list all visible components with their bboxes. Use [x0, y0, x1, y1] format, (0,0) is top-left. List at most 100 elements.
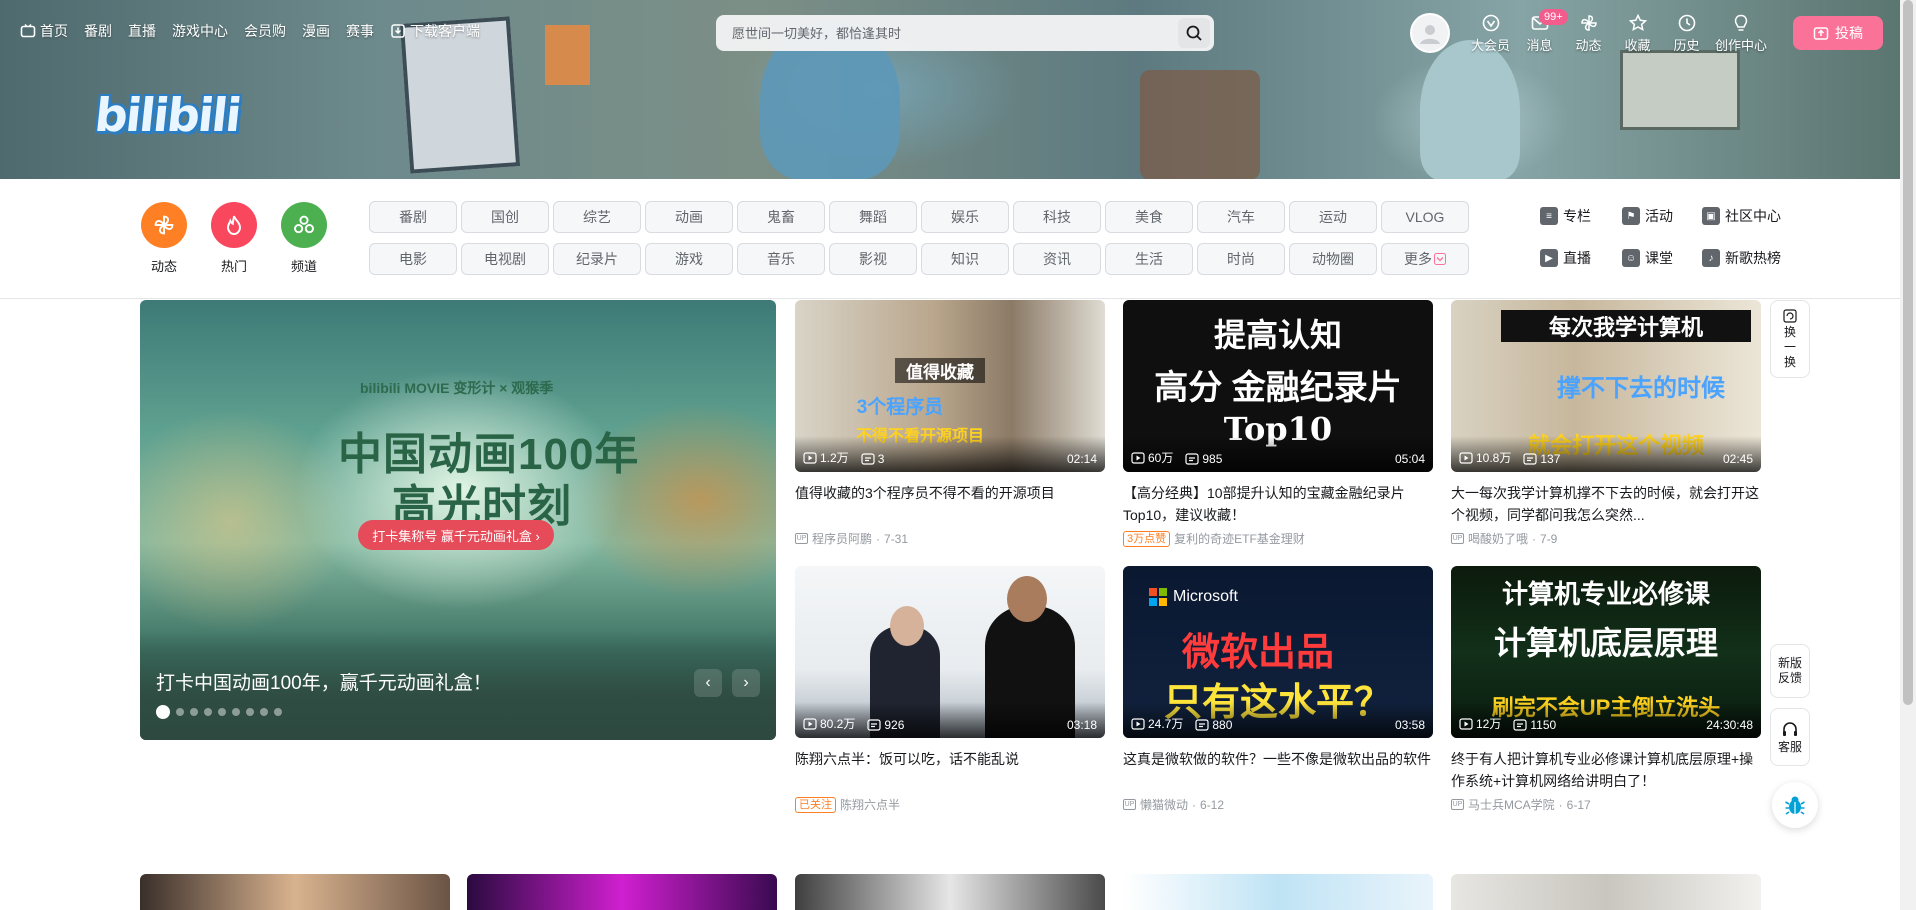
up-name[interactable]: 懒猫微动: [1140, 796, 1188, 813]
customer-service-button[interactable]: 客服: [1770, 708, 1810, 766]
banner-carousel[interactable]: bilibili MOVIE 变形计 × 观猴季 中国动画100年 高光时刻 打…: [140, 300, 776, 740]
channel-hot[interactable]: 热门: [210, 202, 258, 275]
refresh-button[interactable]: 换一换: [1770, 300, 1810, 378]
tag-item[interactable]: 电影: [369, 243, 457, 275]
video-thumbnail[interactable]: 计算机专业必修课 计算机底层原理 刷完不会UP主倒立洗头 12万 1150 24…: [1451, 566, 1761, 738]
tag-item[interactable]: 汽车: [1197, 201, 1285, 233]
video-title[interactable]: 【高分经典】10部提升认知的宝藏金融纪录片Top10，建议收藏！: [1123, 482, 1433, 526]
video-card[interactable]: 计算机专业必修课 计算机底层原理 刷完不会UP主倒立洗头 12万 1150 24…: [1451, 566, 1761, 813]
up-name[interactable]: 喝酸奶了哦: [1468, 530, 1528, 547]
video-thumbnail[interactable]: 提高认知 高分 金融纪录片 Top10 60万 985 05:04: [1123, 300, 1433, 472]
tag-item[interactable]: 动画: [645, 201, 733, 233]
tag-item[interactable]: 国创: [461, 201, 549, 233]
tag-item[interactable]: 音乐: [737, 243, 825, 275]
up-name[interactable]: 马士兵MCA学院: [1468, 796, 1555, 813]
feedback-button[interactable]: 新版反馈: [1770, 644, 1810, 698]
link-classroom[interactable]: ☺ 课堂: [1602, 242, 1682, 274]
channel-channels[interactable]: 频道: [280, 202, 328, 275]
nav-anime[interactable]: 番剧: [78, 14, 118, 48]
nav-history[interactable]: 历史: [1662, 13, 1711, 54]
video-title[interactable]: 这真是微软做的软件？一些不像是微软出品的软件: [1123, 748, 1433, 792]
up-name[interactable]: 复利的奇迹ETF基金理财: [1174, 530, 1305, 547]
tag-item[interactable]: 娱乐: [921, 201, 1009, 233]
video-thumbnail[interactable]: 每次我学计算机 撑不下去的时候 就会打开这个视频 10.8万 137 02:45: [1451, 300, 1761, 472]
tag-item[interactable]: 番剧: [369, 201, 457, 233]
nav-live[interactable]: 直播: [122, 14, 162, 48]
tag-item[interactable]: 舞蹈: [829, 201, 917, 233]
video-title[interactable]: 陈翔六点半：饭可以吃，话不能乱说: [795, 748, 1105, 792]
carousel-dot[interactable]: [156, 705, 170, 719]
tag-item[interactable]: 影视: [829, 243, 917, 275]
video-thumbnail-partial[interactable]: [795, 874, 1105, 910]
tag-item[interactable]: 电视剧: [461, 243, 549, 275]
nav-message[interactable]: 99+ 消息: [1515, 8, 1568, 54]
carousel-cta[interactable]: 打卡集称号 赢千元动画礼盒 ›: [358, 520, 554, 550]
video-thumbnail[interactable]: 80.2万 926 03:18: [795, 566, 1105, 738]
video-title[interactable]: 大一每次我学计算机撑不下去的时候，就会打开这个视频，同学都问我怎么突然...: [1451, 482, 1761, 526]
tag-item[interactable]: 资讯: [1013, 243, 1101, 275]
bug-report-button[interactable]: [1772, 782, 1818, 828]
video-thumbnail-partial[interactable]: [140, 874, 450, 910]
video-card[interactable]: 值得收藏 3个程序员 不得不看开源项目 1.2万 3 02:14 值得收藏的3个…: [795, 300, 1105, 547]
upload-button[interactable]: 投稿: [1793, 16, 1883, 50]
tag-item[interactable]: 时尚: [1197, 243, 1285, 275]
search-button[interactable]: [1178, 18, 1210, 48]
nav-dynamic[interactable]: 动态: [1564, 13, 1613, 54]
tag-item[interactable]: 游戏: [645, 243, 733, 275]
avatar[interactable]: [1410, 13, 1450, 53]
nav-download-client[interactable]: 下载客户端: [384, 14, 486, 48]
nav-creator-center[interactable]: 创作中心: [1711, 13, 1771, 54]
tag-item[interactable]: 综艺: [553, 201, 641, 233]
video-thumbnail[interactable]: 值得收藏 3个程序员 不得不看开源项目 1.2万 3 02:14: [795, 300, 1105, 472]
carousel-dot[interactable]: [246, 708, 254, 716]
carousel-dot[interactable]: [176, 708, 184, 716]
carousel-dot[interactable]: [232, 708, 240, 716]
tag-item[interactable]: 运动: [1289, 201, 1377, 233]
tag-more-button[interactable]: 更多: [1381, 243, 1469, 275]
up-name[interactable]: 程序员阿鹏: [812, 530, 872, 547]
video-card[interactable]: 提高认知 高分 金融纪录片 Top10 60万 985 05:04 【高分经典】…: [1123, 300, 1433, 547]
tag-item[interactable]: 鬼畜: [737, 201, 825, 233]
link-activity[interactable]: ⚑ 活动: [1602, 200, 1682, 232]
tag-item[interactable]: VLOG: [1381, 201, 1469, 233]
tag-item[interactable]: 纪录片: [553, 243, 641, 275]
video-thumbnail-partial[interactable]: [1123, 874, 1433, 910]
channel-dynamic[interactable]: 动态: [140, 202, 188, 275]
video-title[interactable]: 值得收藏的3个程序员不得不看的开源项目: [795, 482, 1105, 526]
carousel-caption[interactable]: 打卡中国动画100年，赢千元动画礼盒！: [156, 668, 492, 695]
nav-vip-shop[interactable]: 会员购: [238, 14, 292, 48]
link-column[interactable]: ≡ 专栏: [1520, 200, 1602, 232]
nav-manga[interactable]: 漫画: [296, 14, 336, 48]
nav-favorites[interactable]: 收藏: [1613, 13, 1662, 54]
nav-match[interactable]: 赛事: [340, 14, 380, 48]
nav-game-center[interactable]: 游戏中心: [166, 14, 234, 48]
video-card[interactable]: 80.2万 926 03:18 陈翔六点半：饭可以吃，话不能乱说 已关注 陈翔六…: [795, 566, 1105, 813]
carousel-dot[interactable]: [218, 708, 226, 716]
carousel-dot[interactable]: [260, 708, 268, 716]
scrollbar-thumb[interactable]: [1903, 0, 1913, 705]
bilibili-logo[interactable]: bilibili: [92, 82, 275, 162]
tag-item[interactable]: 生活: [1105, 243, 1193, 275]
up-name[interactable]: 陈翔六点半: [840, 796, 900, 813]
video-thumbnail-partial[interactable]: [1451, 874, 1761, 910]
carousel-dot[interactable]: [204, 708, 212, 716]
video-thumbnail[interactable]: Microsoft 微软出品 只有这水平？ 24.7万 880 03:58: [1123, 566, 1433, 738]
link-live[interactable]: ▶ 直播: [1520, 242, 1602, 274]
link-community[interactable]: ▣ 社区中心: [1682, 200, 1782, 232]
carousel-next-button[interactable]: ›: [732, 669, 760, 697]
tag-item[interactable]: 科技: [1013, 201, 1101, 233]
carousel-dot[interactable]: [190, 708, 198, 716]
tag-item[interactable]: 动物圈: [1289, 243, 1377, 275]
tag-item[interactable]: 知识: [921, 243, 1009, 275]
carousel-dot[interactable]: [274, 708, 282, 716]
video-card[interactable]: Microsoft 微软出品 只有这水平？ 24.7万 880 03:58 这真…: [1123, 566, 1433, 813]
search-input[interactable]: [730, 24, 1178, 42]
video-thumbnail-partial[interactable]: [467, 874, 777, 910]
nav-vip[interactable]: 大会员: [1466, 13, 1515, 54]
nav-home[interactable]: 首页: [14, 14, 74, 48]
carousel-prev-button[interactable]: ‹: [694, 669, 722, 697]
tag-item[interactable]: 美食: [1105, 201, 1193, 233]
link-new-songs[interactable]: ♪ 新歌热榜: [1682, 242, 1782, 274]
video-card[interactable]: 每次我学计算机 撑不下去的时候 就会打开这个视频 10.8万 137 02:45…: [1451, 300, 1761, 547]
page-scrollbar[interactable]: [1900, 0, 1916, 910]
